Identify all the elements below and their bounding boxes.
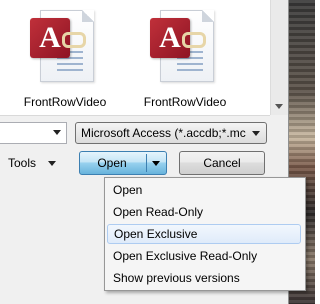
menu-item-show-previous-versions[interactable]: Show previous versions [107,268,301,288]
file-item[interactable]: A FrontRowVideo [10,10,120,110]
filetype-selected: Microsoft Access (*.accdb;*.mc [81,126,246,140]
open-dropdown-icon[interactable] [152,161,160,166]
file-name: FrontRowVideo [23,95,107,109]
scroll-down-icon[interactable] [275,104,283,109]
open-split-button[interactable]: Open [79,151,167,175]
key-icon [62,32,86,48]
menu-item-open[interactable]: Open [107,180,301,200]
file-item[interactable]: A FrontRowVideo [130,10,240,110]
menu-item-open-exclusive[interactable]: Open Exclusive [107,224,301,244]
file-list: A FrontRowVideo A FrontRowVideo [0,0,270,116]
chevron-down-icon[interactable] [53,130,61,135]
tools-button[interactable]: Tools [8,153,57,173]
open-options-menu: Open Open Read-Only Open Exclusive Open … [104,177,306,291]
key-icon [182,32,206,48]
tools-label: Tools [8,156,37,170]
menu-item-open-read-only[interactable]: Open Read-Only [107,202,301,222]
split-divider [146,154,147,172]
chevron-down-icon [48,161,57,167]
chevron-down-icon [252,131,260,136]
filename-input[interactable] [0,122,67,144]
cancel-button[interactable]: Cancel [179,151,265,175]
menu-item-open-exclusive-read-only[interactable]: Open Exclusive Read-Only [107,246,301,266]
vertical-scrollbar[interactable] [270,0,288,115]
open-button-label[interactable]: Open [80,152,144,174]
file-name: FrontRowVideo [143,95,227,109]
filetype-select[interactable]: Microsoft Access (*.accdb;*.mc [75,122,267,144]
